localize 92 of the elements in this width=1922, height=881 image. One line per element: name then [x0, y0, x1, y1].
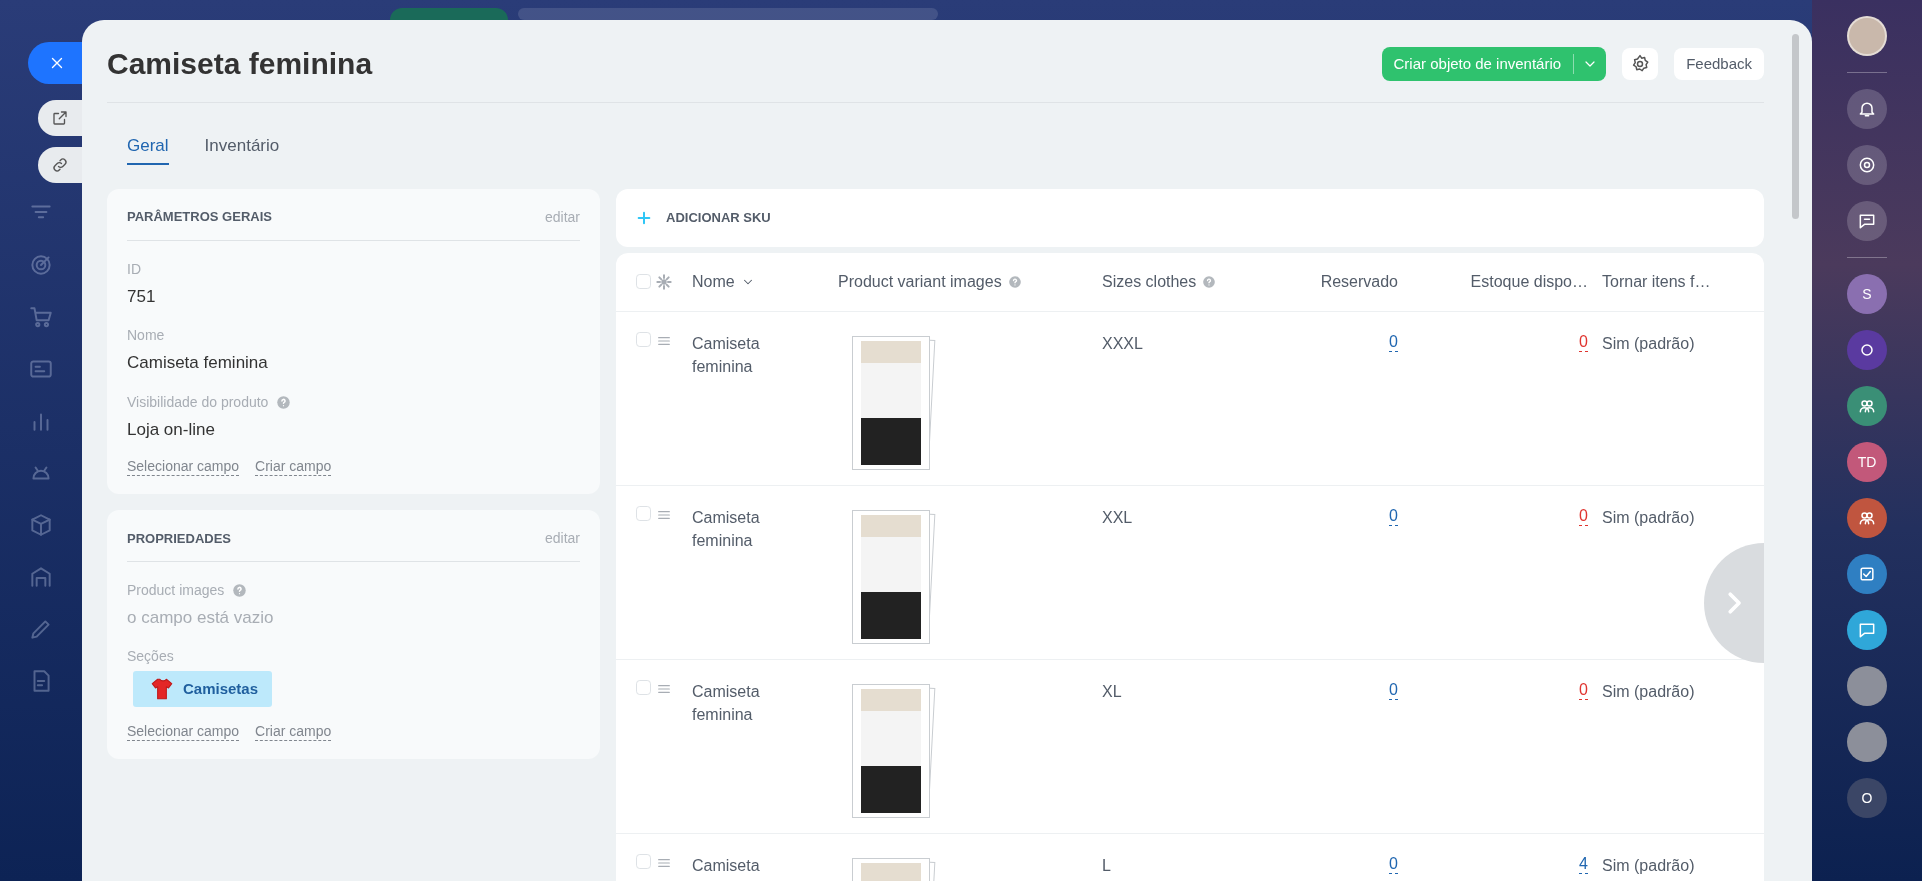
user-initials[interactable]: S	[1847, 274, 1887, 314]
size-value: XXL	[1102, 508, 1133, 526]
row-checkbox[interactable]	[636, 505, 651, 521]
field-link[interactable]: Criar campo	[255, 723, 332, 742]
reserved-count-link[interactable]: 0	[1389, 679, 1398, 700]
field-value: o campo está vazio	[127, 606, 275, 629]
target-icon	[28, 252, 54, 278]
help-icon	[276, 394, 292, 410]
size-value: L	[1102, 856, 1111, 874]
field-label: Visibilidade do produto	[127, 392, 269, 412]
help-icon	[232, 582, 248, 598]
stock-count-link[interactable]: 0	[1579, 331, 1588, 352]
product-name: Camiseta feminina	[692, 507, 761, 551]
field-value: Camiseta feminina	[127, 352, 269, 374]
avatar[interactable]	[1847, 666, 1887, 706]
column-header[interactable]: Tornar itens f…	[1602, 269, 1711, 294]
top-search-field[interactable]	[518, 8, 938, 20]
field-link[interactable]: Criar campo	[255, 458, 332, 476]
field-link[interactable]: Selecionar campo	[127, 723, 240, 742]
sidebar-button[interactable]	[1847, 386, 1887, 426]
sidebar-button[interactable]	[1847, 498, 1887, 538]
field-value: 751	[127, 285, 157, 308]
user-initials[interactable]: TD	[1847, 442, 1887, 482]
plus-icon	[636, 209, 652, 226]
sidebar-button[interactable]	[1847, 201, 1887, 241]
page-title: Camiseta feminina	[107, 46, 373, 82]
help-icon	[1202, 274, 1217, 289]
settings-button[interactable]	[1622, 48, 1659, 80]
avatar[interactable]	[1847, 722, 1887, 762]
top-bar-button[interactable]	[390, 8, 508, 20]
option-value: Sim (padrão)	[1602, 856, 1695, 874]
checkbox-icon	[1857, 564, 1877, 584]
cart-icon	[28, 304, 54, 330]
help-icon	[1007, 274, 1022, 289]
stock-count-link[interactable]: 0	[1579, 505, 1588, 526]
close-button[interactable]	[28, 42, 82, 84]
chat-icon	[1857, 620, 1877, 640]
product-name: Camiseta	[692, 855, 760, 876]
warehouse-icon	[28, 564, 54, 590]
product-name: Camiseta feminina	[692, 333, 761, 377]
section-tag[interactable]: Camisetas	[133, 671, 273, 708]
add-sku-button[interactable]: ADICIONAR SKU	[666, 207, 771, 228]
section-title: PROPRIEDADES	[127, 529, 232, 548]
copy-link-button[interactable]	[38, 147, 82, 183]
column-header[interactable]: Sizes clothes	[1102, 269, 1197, 294]
feedback-button[interactable]: Feedback	[1674, 48, 1764, 80]
field-link[interactable]: Selecionar campo	[127, 458, 240, 476]
link-icon	[51, 156, 69, 174]
row-checkbox[interactable]	[636, 331, 651, 347]
scrollbar[interactable]	[1792, 34, 1799, 219]
option-value: Sim (padrão)	[1602, 334, 1695, 352]
circle-target-icon	[1857, 155, 1877, 175]
chat-icon	[1857, 211, 1877, 231]
product-name: Camiseta feminina	[692, 681, 761, 725]
box-icon	[28, 512, 54, 538]
reserved-count-link[interactable]: 0	[1389, 331, 1398, 352]
external-link-icon	[51, 109, 69, 127]
field-label: Product images	[127, 580, 225, 600]
field-label: Nome	[127, 326, 165, 345]
tab[interactable]: Inventário	[204, 133, 280, 165]
sidebar-button[interactable]	[1847, 554, 1887, 594]
reserved-count-link[interactable]: 0	[1389, 853, 1398, 874]
option-value: Sim (padrão)	[1602, 508, 1695, 526]
row-checkbox[interactable]	[636, 853, 651, 869]
field-label: ID	[127, 259, 141, 279]
sidebar-button[interactable]	[1847, 610, 1887, 650]
sidebar-button[interactable]	[1847, 145, 1887, 185]
stock-count-link[interactable]: 0	[1579, 679, 1588, 700]
select-all-checkbox[interactable]	[636, 274, 651, 289]
stock-count-link[interactable]: 4	[1579, 853, 1588, 874]
column-header[interactable]: Reservado	[1320, 269, 1398, 294]
field-label: Seções	[127, 647, 174, 667]
field-value: Loja on-line	[127, 418, 216, 441]
sidebar-menu-item[interactable]	[28, 564, 54, 590]
column-header[interactable]: Product variant images	[838, 269, 1002, 294]
user-initials[interactable]: O	[1847, 778, 1887, 818]
sidebar-button[interactable]	[1847, 330, 1887, 370]
column-header[interactable]: Nome	[692, 269, 735, 294]
column-header[interactable]: Estoque dispo…	[1470, 269, 1588, 294]
sidebar-menu-item[interactable]	[28, 304, 54, 330]
row-checkbox[interactable]	[636, 679, 651, 695]
tab[interactable]: Geral	[127, 133, 169, 165]
sidebar-menu-item[interactable]	[28, 512, 54, 538]
option-value: Sim (padrão)	[1602, 682, 1695, 700]
size-value: XXXL	[1102, 334, 1143, 352]
sidebar-button[interactable]	[1847, 89, 1887, 129]
size-value: XL	[1102, 682, 1122, 700]
reserved-count-link[interactable]: 0	[1389, 505, 1398, 526]
avatar[interactable]	[1847, 16, 1887, 56]
sidebar-menu-item[interactable]	[28, 252, 54, 278]
section-title: PARÂMETROS GERAIS	[127, 208, 272, 227]
open-in-new-window-button[interactable]	[38, 100, 82, 136]
